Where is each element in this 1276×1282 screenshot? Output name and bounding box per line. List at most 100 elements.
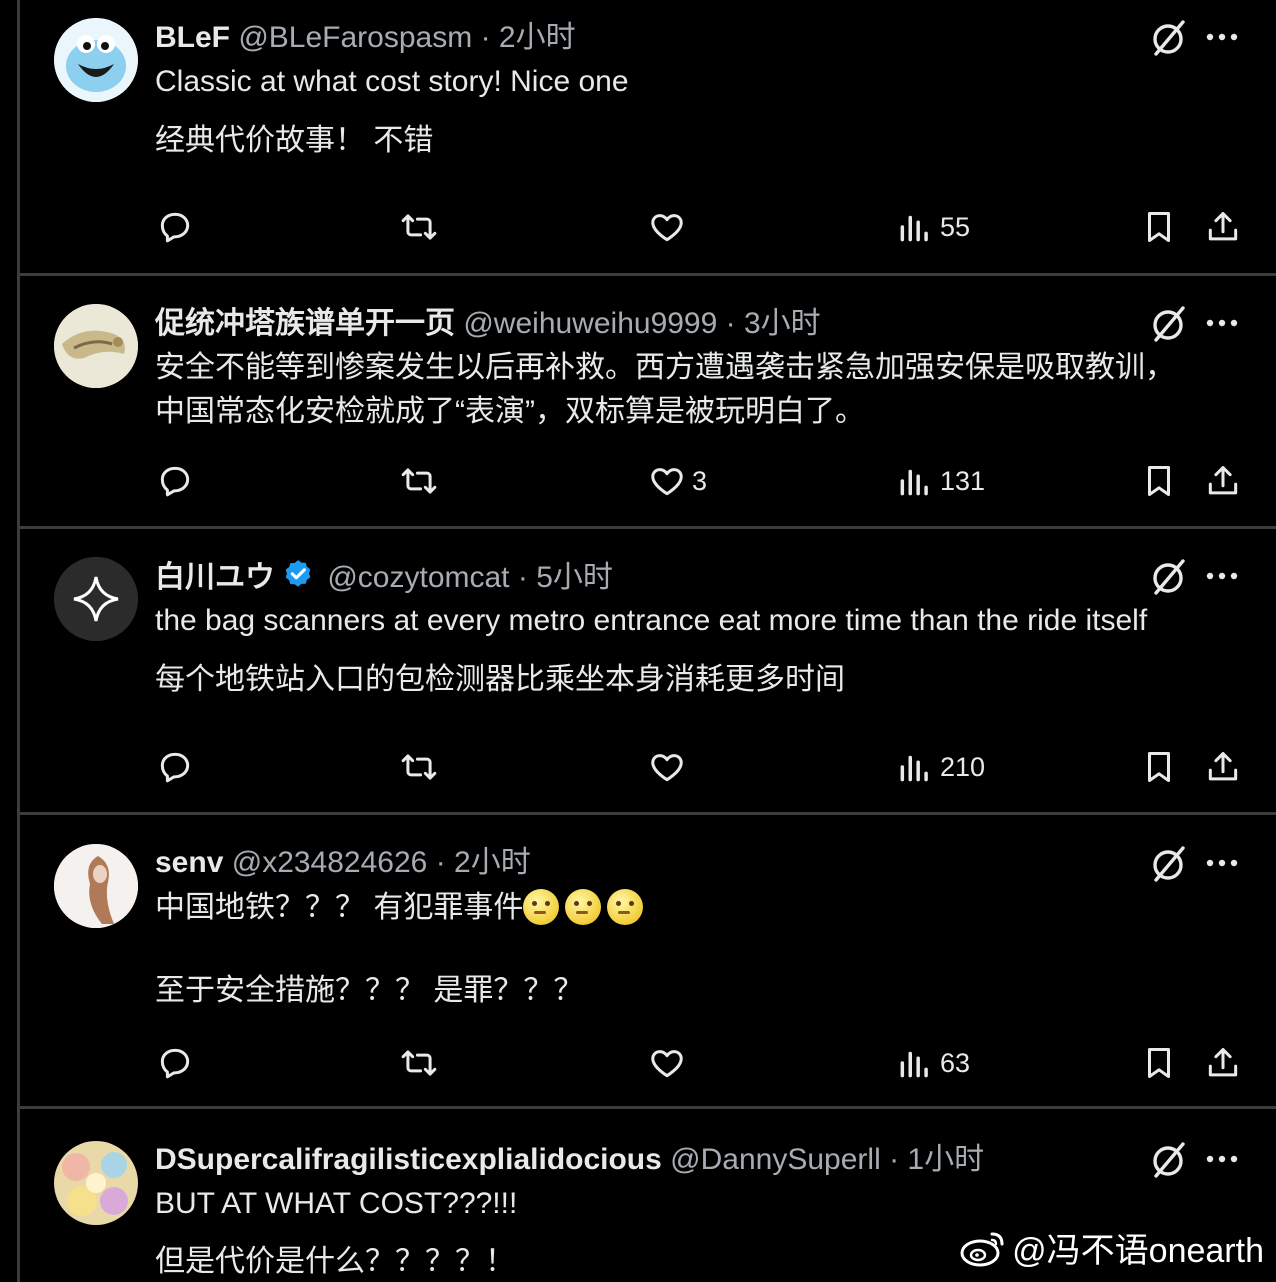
user-handle[interactable]: @cozytomcat bbox=[327, 561, 509, 594]
grok-explain-button[interactable] bbox=[1148, 304, 1188, 344]
user-handle[interactable]: @DannySuperll bbox=[670, 1143, 881, 1176]
avatar[interactable] bbox=[54, 844, 138, 928]
display-name[interactable]: DSupercalifragilisticexplialidocious bbox=[155, 1143, 662, 1176]
avatar[interactable] bbox=[54, 18, 138, 102]
reply-icon bbox=[160, 752, 190, 783]
views-count: 131 bbox=[940, 465, 986, 496]
post-time[interactable]: 5小时 bbox=[536, 561, 613, 594]
views-count: 63 bbox=[940, 1047, 971, 1078]
bookmark-button[interactable] bbox=[1140, 745, 1178, 789]
display-name[interactable]: senv bbox=[155, 846, 223, 879]
repost-button[interactable] bbox=[400, 1041, 438, 1085]
more-options-button[interactable] bbox=[1202, 1139, 1242, 1179]
user-handle[interactable]: @weihuweihu9999 bbox=[463, 307, 717, 340]
avatar[interactable] bbox=[54, 557, 138, 641]
reply-button[interactable] bbox=[156, 205, 194, 249]
repost-icon bbox=[401, 468, 437, 494]
more-icon bbox=[1206, 33, 1238, 41]
grok-explain-button[interactable] bbox=[1148, 844, 1188, 884]
heart-icon bbox=[651, 214, 683, 242]
more-options-button[interactable] bbox=[1202, 303, 1242, 343]
grok-icon bbox=[1153, 1142, 1185, 1178]
reply-button[interactable] bbox=[156, 1041, 194, 1085]
avatar[interactable] bbox=[54, 304, 138, 388]
grok-icon bbox=[1153, 306, 1185, 342]
post-time[interactable]: 3小时 bbox=[744, 307, 821, 340]
views-button[interactable]: 131 bbox=[896, 459, 985, 503]
post-text-translation: 每个地铁站入口的包检测器比乘坐本身消耗更多时间 bbox=[155, 663, 845, 696]
action-bar: 210 bbox=[20, 745, 1276, 789]
repost-button[interactable] bbox=[400, 205, 438, 249]
verified-badge-icon bbox=[281, 558, 315, 602]
user-handle[interactable]: @x234824626 bbox=[232, 846, 428, 879]
display-name[interactable]: 白川ユウ bbox=[155, 561, 275, 594]
reply-icon bbox=[160, 1048, 190, 1079]
thinking-face-icon bbox=[565, 889, 602, 925]
post-text-translation: 经典代价故事！ 不错 bbox=[155, 124, 434, 157]
post-header: BLeF @BLeFarospasm · 2小时 bbox=[155, 19, 1136, 57]
action-bar: 63 bbox=[20, 1041, 1276, 1085]
repost-button[interactable] bbox=[400, 459, 438, 503]
display-name[interactable]: 促统冲塔族谱单开一页 bbox=[155, 307, 455, 340]
repost-icon bbox=[401, 214, 437, 240]
more-options-button[interactable] bbox=[1202, 17, 1242, 57]
views-icon bbox=[900, 1051, 928, 1078]
user-handle[interactable]: @BLeFarospasm bbox=[238, 21, 472, 54]
likes-count: 3 bbox=[692, 465, 708, 496]
heart-icon bbox=[651, 468, 683, 496]
share-button[interactable] bbox=[1204, 1041, 1242, 1085]
reply-button[interactable] bbox=[156, 459, 194, 503]
reply-icon bbox=[160, 212, 190, 243]
post-text-original: BUT AT WHAT COST???!!! bbox=[155, 1187, 518, 1220]
watermark-text: @冯不语onearth bbox=[1012, 1232, 1264, 1270]
post-time[interactable]: 2小时 bbox=[499, 21, 576, 54]
views-icon bbox=[900, 469, 928, 496]
views-button[interactable]: 63 bbox=[896, 1041, 970, 1085]
views-count: 210 bbox=[940, 751, 986, 782]
bookmark-icon bbox=[1147, 466, 1171, 496]
weibo-watermark: @冯不语onearth bbox=[960, 1223, 1264, 1272]
post-header: DSupercalifragilisticexplialidocious @Da… bbox=[155, 1141, 1136, 1179]
share-button[interactable] bbox=[1204, 205, 1242, 249]
more-icon bbox=[1206, 572, 1238, 580]
reply-button[interactable] bbox=[156, 745, 194, 789]
like-button[interactable]: 3 bbox=[648, 459, 707, 503]
post-time[interactable]: 2小时 bbox=[454, 846, 531, 879]
bookmark-button[interactable] bbox=[1140, 1041, 1178, 1085]
reply-post[interactable]: BLeF @BLeFarospasm · 2小时 Classic at what… bbox=[20, 0, 1276, 273]
more-options-button[interactable] bbox=[1202, 556, 1242, 596]
repost-button[interactable] bbox=[400, 745, 438, 789]
share-button[interactable] bbox=[1204, 459, 1242, 503]
like-button[interactable] bbox=[648, 205, 686, 249]
views-button[interactable]: 55 bbox=[896, 205, 970, 249]
views-button[interactable]: 210 bbox=[896, 745, 985, 789]
repost-icon bbox=[401, 754, 437, 780]
bookmark-button[interactable] bbox=[1140, 205, 1178, 249]
reply-post[interactable]: 白川ユウ @cozytomcat · 5小时 the bag scanners … bbox=[20, 529, 1276, 812]
bookmark-icon bbox=[1147, 752, 1171, 782]
reply-icon bbox=[160, 466, 190, 497]
repost-icon bbox=[401, 1050, 437, 1076]
heart-icon bbox=[651, 1050, 683, 1078]
bookmark-icon bbox=[1147, 212, 1171, 242]
bookmark-icon bbox=[1147, 1048, 1171, 1078]
grok-explain-button[interactable] bbox=[1148, 557, 1188, 597]
post-text-original: the bag scanners at every metro entrance… bbox=[155, 604, 1148, 637]
like-button[interactable] bbox=[648, 745, 686, 789]
post-time[interactable]: 1小时 bbox=[907, 1143, 984, 1176]
avatar[interactable] bbox=[54, 1141, 138, 1225]
more-icon bbox=[1206, 319, 1238, 327]
post-header: 白川ユウ @cozytomcat · 5小时 bbox=[155, 558, 1136, 602]
reply-post[interactable]: 促统冲塔族谱单开一页 @weihuweihu9999 · 3小时 安全不能等到惨… bbox=[20, 276, 1276, 526]
grok-explain-button[interactable] bbox=[1148, 18, 1188, 58]
reply-post[interactable]: senv @x234824626 · 2小时 中国地铁？？？ 有犯罪事件 至于安… bbox=[20, 815, 1276, 1106]
grok-explain-button[interactable] bbox=[1148, 1140, 1188, 1180]
like-button[interactable] bbox=[648, 1041, 686, 1085]
post-header: senv @x234824626 · 2小时 bbox=[155, 844, 1136, 882]
action-bar: 55 bbox=[20, 205, 1276, 249]
bookmark-button[interactable] bbox=[1140, 459, 1178, 503]
display-name[interactable]: BLeF bbox=[155, 21, 230, 54]
more-options-button[interactable] bbox=[1202, 843, 1242, 883]
thinking-face-icon bbox=[523, 889, 560, 925]
share-button[interactable] bbox=[1204, 745, 1242, 789]
